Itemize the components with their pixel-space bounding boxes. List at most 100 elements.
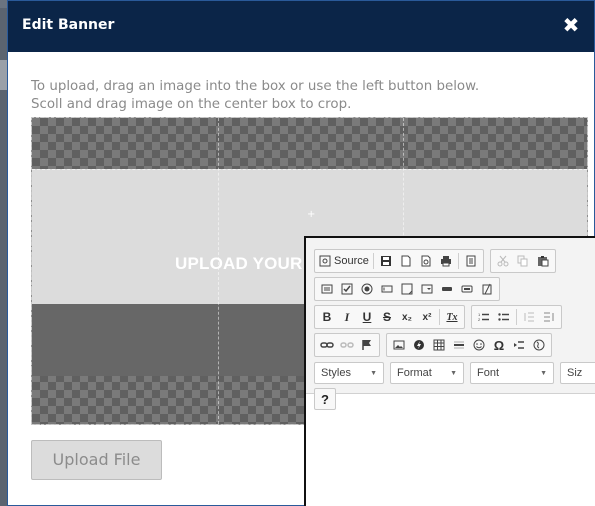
smiley-icon (473, 339, 485, 351)
radio-button[interactable] (357, 279, 377, 299)
instruction-line-1: To upload, drag an image into the box or… (31, 79, 480, 94)
bulleted-list-button[interactable] (494, 307, 514, 327)
bulleted-list-icon (498, 313, 509, 321)
modal-header: Edit Banner ✖ (8, 1, 594, 52)
copy-button[interactable] (513, 251, 533, 271)
preview-button[interactable] (416, 251, 436, 271)
print-icon (440, 256, 451, 267)
toolbar-separator (439, 309, 440, 325)
outdent-button[interactable] (519, 307, 539, 327)
button-widget-button[interactable] (437, 279, 457, 299)
textarea-button[interactable] (397, 279, 417, 299)
new-page-icon (401, 255, 411, 267)
upload-file-button[interactable]: Upload File (31, 440, 162, 480)
toolbar-group-links (314, 333, 380, 357)
upload-instructions: To upload, drag an image into the box or… (31, 78, 479, 114)
checkbox-icon (341, 283, 353, 295)
link-button[interactable] (317, 335, 337, 355)
flag-icon (362, 340, 371, 350)
source-button[interactable]: Source (317, 251, 371, 271)
chevron-down-icon: ▼ (540, 369, 547, 377)
paste-button[interactable] (533, 251, 553, 271)
underline-button[interactable]: U (357, 307, 377, 327)
omega-icon: Ω (493, 337, 505, 353)
editor-toolbar: Source B I U S x₂ x² Tx 1 2 Ω Styles ▼ F… (306, 238, 595, 394)
radio-icon (361, 283, 373, 295)
preview-icon (421, 255, 431, 267)
table-button[interactable] (429, 335, 449, 355)
checkbox-button[interactable] (337, 279, 357, 299)
toolbar-separator (457, 253, 459, 269)
link-icon (320, 342, 334, 348)
italic-button[interactable]: I (337, 307, 357, 327)
source-label: Source (334, 255, 369, 267)
chevron-down-icon: ▼ (450, 369, 457, 377)
remove-format-button[interactable]: Tx (442, 307, 462, 327)
toolbar-group-clipboard (489, 249, 556, 273)
subscript-button[interactable]: x₂ (397, 307, 417, 327)
font-dropdown[interactable]: Font ▼ (470, 362, 554, 384)
help-button[interactable]: ? (314, 388, 336, 410)
image-button[interactable] (389, 335, 409, 355)
textfield-icon (381, 285, 393, 293)
rich-text-editor: Source B I U S x₂ x² Tx 1 2 Ω Styles ▼ F… (304, 236, 595, 506)
crop-center-marker: + (307, 209, 316, 220)
chevron-down-icon: ▼ (370, 369, 377, 377)
iframe-button[interactable] (529, 335, 549, 355)
numbered-list-icon: 12 (478, 312, 489, 322)
anchor-button[interactable] (357, 335, 377, 355)
strikethrough-button[interactable]: S (377, 307, 397, 327)
upload-placeholder-text: UPLOAD YOUR (175, 254, 303, 273)
print-button[interactable] (436, 251, 456, 271)
imagebutton-button[interactable] (457, 279, 477, 299)
toolbar-separator (372, 253, 374, 269)
new-page-button[interactable] (396, 251, 416, 271)
templates-icon (466, 255, 476, 267)
indent-button[interactable] (539, 307, 559, 327)
toolbar-group-document: Source (314, 249, 484, 273)
hiddenfield-icon (482, 283, 492, 295)
instruction-line-2: Scoll and drag image on the center box t… (31, 97, 352, 112)
table-icon (433, 339, 445, 351)
image-icon (393, 340, 405, 350)
form-button[interactable] (317, 279, 337, 299)
textarea-icon (401, 283, 413, 295)
textfield-button[interactable] (377, 279, 397, 299)
size-label: Siz (567, 367, 583, 379)
toolbar-group-basicstyles: B I U S x₂ x² Tx (314, 305, 465, 329)
flash-button[interactable] (409, 335, 429, 355)
special-char-button[interactable]: Ω (489, 335, 509, 355)
styles-dropdown[interactable]: Styles ▼ (314, 362, 384, 384)
numbered-list-button[interactable]: 12 (474, 307, 494, 327)
hiddenfield-button[interactable] (477, 279, 497, 299)
format-dropdown[interactable]: Format ▼ (390, 362, 464, 384)
size-dropdown[interactable]: Siz (560, 362, 595, 384)
outdent-icon (524, 312, 534, 322)
smiley-button[interactable] (469, 335, 489, 355)
save-button[interactable] (376, 251, 396, 271)
select-button[interactable] (417, 279, 437, 299)
horizontal-rule-button[interactable] (449, 335, 469, 355)
page-break-icon (514, 341, 524, 349)
horizontal-rule-icon (454, 341, 464, 349)
templates-button[interactable] (461, 251, 481, 271)
toolbar-group-forms (314, 277, 500, 301)
indent-icon (544, 312, 554, 322)
button-icon (442, 287, 452, 291)
cut-button[interactable] (493, 251, 513, 271)
source-icon (319, 255, 331, 267)
form-icon (321, 284, 333, 294)
globe-icon (533, 339, 545, 351)
crop-guide-line (32, 169, 587, 170)
toolbar-separator (516, 309, 517, 325)
editor-content-area[interactable] (306, 395, 595, 506)
page-break-button[interactable] (509, 335, 529, 355)
styles-label: Styles (321, 367, 351, 379)
bold-button[interactable]: B (317, 307, 337, 327)
close-button[interactable]: ✖ (560, 14, 582, 36)
cut-icon (497, 255, 509, 267)
superscript-button[interactable]: x² (417, 307, 437, 327)
save-icon (380, 256, 391, 266)
imagebutton-icon (461, 285, 473, 293)
unlink-button[interactable] (337, 335, 357, 355)
